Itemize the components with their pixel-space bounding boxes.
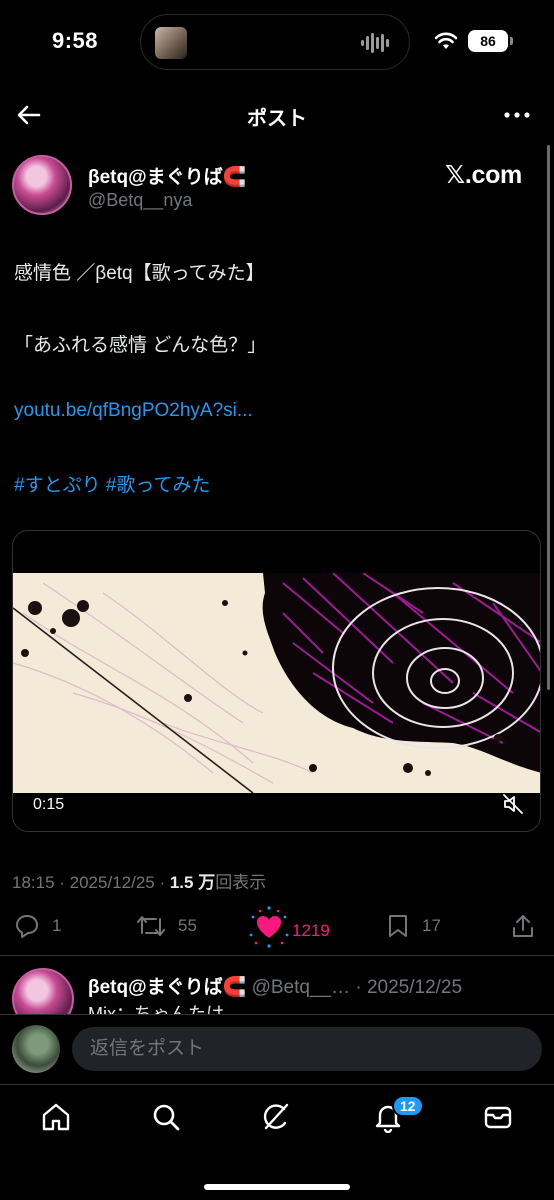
post-hashtags[interactable]: #すとぷり #歌ってみた <box>14 470 210 497</box>
post-text-line: 感情色 ／βetq【歌ってみた】 <box>14 263 265 284</box>
like-button[interactable]: 1219 <box>248 906 330 949</box>
divider <box>0 955 554 956</box>
share-icon <box>513 915 533 937</box>
reply-header[interactable]: βetq@まぐりば🧲 @Betq__… · 2025/12/25 <box>88 972 462 999</box>
status-indicators: 86 <box>434 30 513 52</box>
bookmark-count: 17 <box>422 916 441 935</box>
tab-bar: 12 <box>0 1084 554 1200</box>
home-indicator[interactable] <box>204 1184 350 1190</box>
post-meta: 18:15 · 2025/12/25 · 1.5 万回表示 <box>12 868 266 893</box>
like-count: 1219 <box>292 921 330 940</box>
repost-count: 55 <box>178 916 197 935</box>
post-timestamp: 18:15 · 2025/12/25 · <box>12 873 170 892</box>
bookmark-icon <box>389 915 407 937</box>
more-options-icon[interactable] <box>502 100 532 130</box>
author-avatar[interactable] <box>12 155 72 215</box>
wifi-icon <box>434 32 458 49</box>
post-link[interactable]: youtu.be/qfBngPO2hyA?si... <box>14 400 253 422</box>
grok-icon[interactable] <box>260 1101 292 1133</box>
heart-filled-icon <box>249 906 289 948</box>
audio-wave-icon <box>361 33 389 53</box>
dynamic-island[interactable] <box>140 14 410 70</box>
muted-speaker-icon[interactable] <box>502 793 524 815</box>
top-nav: ポスト <box>0 90 554 138</box>
reply-input[interactable] <box>72 1027 542 1071</box>
scrollbar[interactable] <box>547 145 550 690</box>
status-bar: 9:58 86 <box>0 0 554 84</box>
reply-icon <box>16 915 38 938</box>
status-time: 9:58 <box>52 28 99 53</box>
reply-count: 1 <box>52 916 62 935</box>
view-count: 1.5 万 <box>169 873 216 892</box>
reply-author-handle: @Betq__… · 2025/12/25 <box>251 977 463 998</box>
video-frame[interactable] <box>13 573 541 793</box>
action-bar: 1 55 1219 17 <box>0 905 554 949</box>
x-watermark: 𝕏.com <box>445 161 522 189</box>
reply-text: Mix：ちゃんたけ <box>88 1004 224 1014</box>
repost-button[interactable]: 55 <box>136 913 197 939</box>
video-time: 0:15 <box>33 796 65 813</box>
video-card[interactable]: 0:15 <box>12 530 541 832</box>
reply-composer <box>0 1014 554 1082</box>
search-icon[interactable] <box>150 1101 182 1133</box>
repost-icon <box>137 916 165 936</box>
views-label: 回表示 <box>215 873 267 892</box>
my-avatar[interactable] <box>12 1025 60 1073</box>
share-button[interactable] <box>510 913 536 939</box>
battery-indicator: 86 <box>468 30 513 52</box>
messages-envelope-icon[interactable] <box>482 1101 514 1133</box>
bookmark-button[interactable]: 17 <box>386 913 441 939</box>
page-title: ポスト <box>247 108 307 130</box>
now-playing-thumbnail <box>155 27 187 59</box>
post-text-line: 「あふれる感情 どんな色？」 <box>14 335 267 356</box>
author-handle[interactable]: @Betq__nya <box>88 190 192 211</box>
reply-button[interactable]: 1 <box>14 913 61 939</box>
home-icon[interactable] <box>40 1101 72 1133</box>
reply-author-name: βetq@まぐりば🧲 <box>88 977 247 998</box>
author-name[interactable]: βetq@まぐりば🧲 <box>88 162 246 189</box>
notification-badge: 12 <box>392 1095 424 1117</box>
